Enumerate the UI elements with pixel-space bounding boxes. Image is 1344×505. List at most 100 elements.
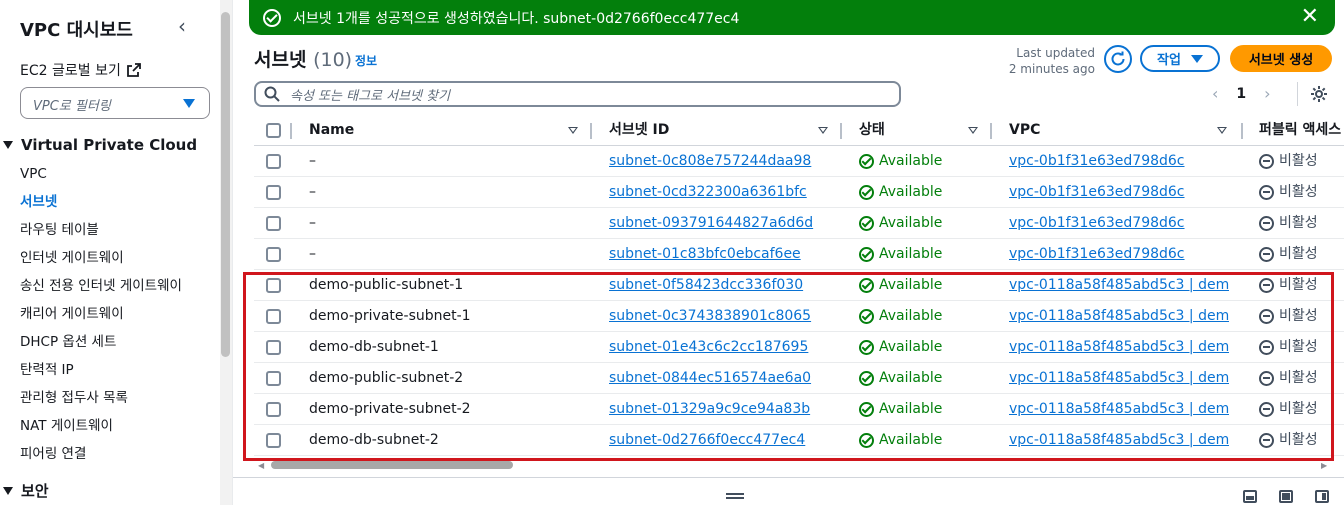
cell-state: Available: [859, 394, 984, 425]
sidebar-item-route-tables[interactable]: 라우팅 테이블: [20, 216, 182, 244]
table-row[interactable]: demo-public-subnet-1 subnet-0f58423dcc336…: [254, 270, 1344, 301]
public-access-text: 비활성: [1279, 308, 1318, 324]
cell-subnet-id[interactable]: subnet-093791644827a6d6d: [609, 208, 829, 239]
cell-subnet-id[interactable]: subnet-0f58423dcc336f030: [609, 270, 829, 301]
cell-public-access: 비활성: [1259, 363, 1344, 394]
sidebar-item-nat-gateways[interactable]: NAT 게이트웨이: [20, 412, 182, 440]
row-checkbox[interactable]: [266, 371, 281, 386]
actions-dropdown-button[interactable]: 작업: [1140, 45, 1220, 72]
sidebar-scrollbar-thumb[interactable]: [221, 12, 230, 357]
cell-vpc[interactable]: vpc-0b1f31e63ed798d6c: [1009, 146, 1229, 177]
create-subnet-button[interactable]: 서브넷 생성: [1230, 45, 1332, 72]
chevron-right-icon[interactable]: ›: [1264, 84, 1270, 103]
expand-triangle-icon: [3, 486, 13, 495]
close-icon[interactable]: ✕: [1301, 6, 1319, 28]
panel-bottom-icon[interactable]: [1243, 490, 1257, 503]
page-number[interactable]: 1: [1236, 86, 1246, 102]
cell-subnet-id[interactable]: subnet-0cd322300a6361bfc: [609, 177, 829, 208]
cell-vpc[interactable]: vpc-0118a58f485abd5c3 | dem...: [1009, 332, 1229, 363]
sort-icon[interactable]: [1217, 127, 1227, 134]
sort-icon[interactable]: [818, 127, 828, 134]
cell-state: Available: [859, 146, 984, 177]
column-state[interactable]: 상태: [859, 115, 885, 146]
cell-vpc[interactable]: vpc-0b1f31e63ed798d6c: [1009, 208, 1229, 239]
cell-vpc[interactable]: vpc-0118a58f485abd5c3 | dem...: [1009, 270, 1229, 301]
ec2-global-view-label: EC2 글로벌 보기: [20, 63, 121, 79]
scroll-left-icon[interactable]: ◀: [258, 461, 264, 470]
sidebar-item-peering-connections[interactable]: 피어링 연결: [20, 440, 182, 468]
table-row[interactable]: – subnet-093791644827a6d6d Available vpc-0b…: [254, 208, 1344, 239]
cell-vpc[interactable]: vpc-0118a58f485abd5c3 | dem...: [1009, 363, 1229, 394]
public-access-text: 비활성: [1279, 153, 1318, 169]
horizontal-scrollbar-thumb[interactable]: [271, 461, 513, 469]
select-all-checkbox[interactable]: [266, 123, 281, 138]
gear-icon[interactable]: [1310, 85, 1328, 103]
column-public-access[interactable]: 퍼블릭 액세스: [1259, 115, 1344, 146]
sort-icon[interactable]: [568, 127, 578, 134]
subnet-search-input[interactable]: 속성 또는 태그로 서브넷 찾기: [254, 81, 901, 107]
column-name[interactable]: Name: [309, 115, 354, 146]
status-text: Available: [879, 401, 943, 417]
cell-public-access: 비활성: [1259, 425, 1344, 456]
section-virtual-private-cloud[interactable]: Virtual Private Cloud: [0, 136, 197, 154]
cell-vpc[interactable]: vpc-0118a58f485abd5c3 | dem...: [1009, 425, 1229, 456]
row-checkbox[interactable]: [266, 309, 281, 324]
sidebar-item-egress-only-igw[interactable]: 송신 전용 인터넷 게이트웨이: [20, 272, 182, 300]
table-row[interactable]: – subnet-0cd322300a6361bfc Available vpc-0b…: [254, 177, 1344, 208]
vpc-filter-select[interactable]: VPC로 필터링: [20, 87, 210, 119]
ec2-global-view-link[interactable]: EC2 글로벌 보기: [20, 60, 141, 80]
row-checkbox[interactable]: [266, 247, 281, 262]
sidebar-item-vpc[interactable]: VPC: [20, 160, 182, 188]
cell-vpc[interactable]: vpc-0b1f31e63ed798d6c: [1009, 177, 1229, 208]
table-row[interactable]: – subnet-0c808e757244daa98 Available vpc-0b…: [254, 146, 1344, 177]
cell-vpc[interactable]: vpc-0b1f31e63ed798d6c: [1009, 239, 1229, 270]
panel-side-icon[interactable]: [1315, 490, 1329, 503]
row-checkbox[interactable]: [266, 154, 281, 169]
table-row[interactable]: demo-private-subnet-2 subnet-01329a9c9ce9…: [254, 394, 1344, 425]
table-row[interactable]: demo-db-subnet-2 subnet-0d2766f0ecc477ec4…: [254, 425, 1344, 456]
disabled-icon: [1259, 278, 1274, 293]
drag-handle-icon[interactable]: [726, 493, 744, 499]
cell-vpc[interactable]: vpc-0118a58f485abd5c3 | dem...: [1009, 301, 1229, 332]
cell-subnet-id[interactable]: subnet-0c3743838901c8065: [609, 301, 829, 332]
sidebar-item-subnets[interactable]: 서브넷: [20, 188, 182, 216]
cell-public-access: 비활성: [1259, 239, 1344, 270]
sidebar-item-managed-prefix-lists[interactable]: 관리형 접두사 목록: [20, 384, 182, 412]
column-vpc[interactable]: VPC: [1009, 115, 1040, 146]
sidebar-item-elastic-ips[interactable]: 탄력적 IP: [20, 356, 182, 384]
panel-full-icon[interactable]: [1279, 490, 1293, 503]
table-row[interactable]: demo-public-subnet-2 subnet-0844ec516574a…: [254, 363, 1344, 394]
column-subnet-id[interactable]: 서브넷 ID: [609, 115, 669, 146]
cell-subnet-id[interactable]: subnet-0844ec516574ae6a0: [609, 363, 829, 394]
refresh-button[interactable]: [1104, 45, 1132, 73]
row-checkbox[interactable]: [266, 340, 281, 355]
row-checkbox[interactable]: [266, 278, 281, 293]
table-row[interactable]: – subnet-01c83bfc0ebcaf6ee Available vpc-0b…: [254, 239, 1344, 270]
row-checkbox[interactable]: [266, 402, 281, 417]
scroll-right-icon[interactable]: ▶: [1321, 461, 1327, 470]
cell-vpc[interactable]: vpc-0118a58f485abd5c3 | dem...: [1009, 394, 1229, 425]
cell-subnet-id[interactable]: subnet-01c83bfc0ebcaf6ee: [609, 239, 829, 270]
cell-subnet-id[interactable]: subnet-01e43c6c2cc187695: [609, 332, 829, 363]
vpc-filter-placeholder: VPC로 필터링: [33, 99, 111, 114]
cell-subnet-id[interactable]: subnet-0d2766f0ecc477ec4: [609, 425, 829, 456]
section-security[interactable]: 보안: [0, 480, 49, 501]
status-available-icon: [859, 154, 874, 169]
chevron-left-icon[interactable]: ‹: [178, 15, 196, 37]
info-link[interactable]: 정보: [355, 52, 377, 69]
table-row[interactable]: demo-db-subnet-1 subnet-01e43c6c2cc187695…: [254, 332, 1344, 363]
cell-subnet-id[interactable]: subnet-01329a9c9ce94a83b: [609, 394, 829, 425]
table-row[interactable]: demo-private-subnet-1 subnet-0c3743838901…: [254, 301, 1344, 332]
chevron-left-icon[interactable]: ‹: [1212, 84, 1218, 103]
sidebar-item-internet-gateways[interactable]: 인터넷 게이트웨이: [20, 244, 182, 272]
cell-state: Available: [859, 332, 984, 363]
row-checkbox[interactable]: [266, 433, 281, 448]
row-checkbox[interactable]: [266, 185, 281, 200]
cell-name: demo-public-subnet-2: [309, 370, 464, 386]
sidebar-item-carrier-gateways[interactable]: 캐리어 게이트웨이: [20, 300, 182, 328]
sidebar-item-dhcp-option-sets[interactable]: DHCP 옵션 세트: [20, 328, 182, 356]
row-checkbox[interactable]: [266, 216, 281, 231]
cell-subnet-id[interactable]: subnet-0c808e757244daa98: [609, 146, 829, 177]
table-header: Name 서브넷 ID 상태 VPC 퍼블릭 액세스: [254, 115, 1344, 146]
sort-icon[interactable]: [968, 127, 978, 134]
